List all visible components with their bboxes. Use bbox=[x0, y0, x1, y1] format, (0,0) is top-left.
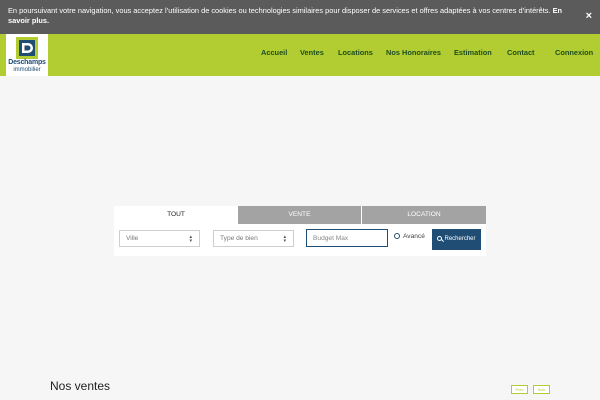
tab-vente[interactable]: VENTE bbox=[238, 206, 361, 224]
property-type-value: Type de bien bbox=[220, 235, 258, 242]
tab-location[interactable]: LOCATION bbox=[362, 206, 486, 224]
section-title: Nos ventes bbox=[50, 379, 111, 393]
advanced-label: Avancé bbox=[403, 233, 425, 240]
search-button[interactable]: Rechercher bbox=[432, 229, 481, 250]
property-search: TOUT VENTE LOCATION Ville ▲ ▼ Type de bie… bbox=[114, 206, 486, 256]
logo-brand-name: Deschamps bbox=[8, 59, 46, 66]
cookie-text: En poursuivant votre navigation, vous ac… bbox=[8, 6, 551, 15]
tab-tout[interactable]: TOUT bbox=[114, 206, 238, 224]
city-select-value: Ville bbox=[126, 235, 139, 242]
nav-item-locations[interactable]: Locations bbox=[338, 48, 373, 58]
nav-item-estimation[interactable]: Estimation bbox=[454, 48, 492, 58]
advanced-toggle[interactable]: Avancé bbox=[394, 233, 425, 241]
next-button[interactable]: Suiv bbox=[533, 385, 550, 394]
prev-button[interactable]: Prec bbox=[511, 385, 528, 394]
property-type-select[interactable]: Type de bien ▲ ▼ bbox=[213, 230, 294, 247]
sort-arrows-icon: ▲ ▼ bbox=[188, 234, 193, 243]
radio-icon bbox=[394, 233, 400, 239]
sort-arrows-icon: ▲ ▼ bbox=[282, 234, 287, 243]
logo-brand-subtitle: immobilier bbox=[13, 67, 41, 73]
city-select[interactable]: Ville ▲ ▼ bbox=[119, 230, 200, 247]
nav-item-honoraires[interactable]: Nos Honoraires bbox=[386, 48, 441, 58]
search-icon bbox=[437, 235, 443, 241]
close-icon[interactable]: × bbox=[586, 11, 592, 22]
nav-item-contact[interactable]: Contact bbox=[507, 48, 535, 58]
nav-item-ventes[interactable]: Ventes bbox=[300, 48, 324, 58]
budget-input[interactable] bbox=[306, 229, 388, 247]
login-link[interactable]: Connexion bbox=[555, 48, 593, 58]
main-nav: Accueil Ventes Locations Nos Honoraires … bbox=[0, 48, 600, 60]
search-button-label: Rechercher bbox=[444, 236, 476, 242]
cookie-banner: En poursuivant votre navigation, vous ac… bbox=[0, 0, 600, 34]
nav-item-accueil[interactable]: Accueil bbox=[261, 48, 287, 58]
